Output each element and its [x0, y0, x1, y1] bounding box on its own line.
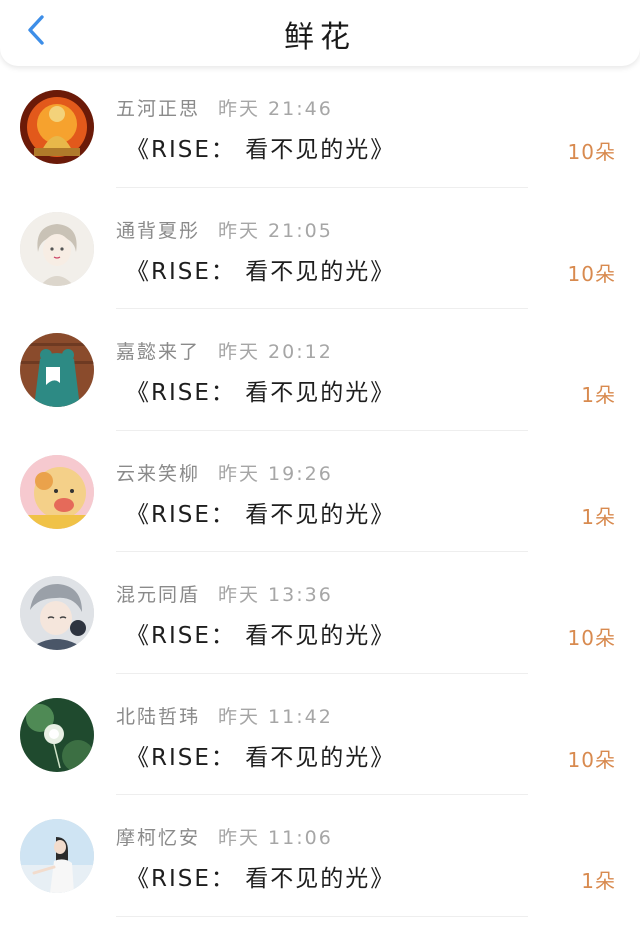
flower-gift-list: 五河正思 昨天 21:46 《RISE： 看不见的光》 10朵 通背夏彤 昨天 21…	[0, 66, 640, 917]
flower-count: 10朵	[567, 747, 616, 772]
list-item[interactable]: 摩柯忆安 昨天 11:06 《RISE： 看不见的光》 1朵	[0, 795, 640, 917]
timestamp: 昨天 21:46	[218, 98, 333, 120]
timestamp: 昨天 13:36	[218, 584, 333, 606]
avatar[interactable]	[20, 90, 94, 164]
sender-info: 嘉懿来了 昨天 20:12	[116, 337, 333, 364]
sender-info: 混元同盾 昨天 13:36	[116, 580, 333, 607]
page-title: 鲜花	[284, 20, 356, 55]
list-item[interactable]: 嘉懿来了 昨天 20:12 《RISE： 看不见的光》 1朵	[0, 309, 640, 431]
sender-name: 摩柯忆安	[116, 827, 201, 849]
top-bar: 鲜花	[0, 0, 640, 66]
sender-info: 北陆哲玮 昨天 11:42	[116, 702, 333, 729]
list-item[interactable]: 混元同盾 昨天 13:36 《RISE： 看不见的光》 10朵	[0, 552, 640, 674]
timestamp: 昨天 21:05	[218, 219, 333, 242]
sender-name: 五河正思	[116, 98, 201, 120]
sender-info: 摩柯忆安 昨天 11:06	[116, 823, 333, 850]
flower-count: 10朵	[567, 140, 616, 164]
gift-title: 《RISE： 看不见的光》	[126, 380, 396, 406]
timestamp: 昨天 11:06	[218, 827, 333, 849]
avatar[interactable]	[20, 454, 94, 529]
sender-info: 五河正思 昨天 21:46	[116, 94, 333, 121]
flower-count: 1朵	[581, 383, 616, 407]
avatar[interactable]	[20, 333, 94, 407]
sender-name: 北陆哲玮	[116, 705, 201, 728]
sender-info: 云来笑柳 昨天 19:26	[116, 459, 333, 486]
gift-title: 《RISE： 看不见的光》	[126, 623, 396, 649]
sender-name: 嘉懿来了	[116, 341, 201, 363]
sender-name: 混元同盾	[116, 584, 201, 606]
avatar[interactable]	[20, 819, 94, 893]
avatar[interactable]	[20, 211, 94, 286]
gift-title: 《RISE： 看不见的光》	[126, 258, 396, 285]
flower-count: 1朵	[581, 504, 616, 529]
gift-title: 《RISE： 看不见的光》	[126, 501, 396, 528]
sender-name: 通背夏彤	[116, 219, 201, 242]
avatar[interactable]	[20, 697, 94, 772]
list-item[interactable]: 北陆哲玮 昨天 11:42 《RISE： 看不见的光》 10朵	[0, 674, 640, 795]
timestamp: 昨天 20:12	[218, 341, 333, 363]
list-item[interactable]: 五河正思 昨天 21:46 《RISE： 看不见的光》 10朵	[0, 66, 640, 188]
list-item[interactable]: 通背夏彤 昨天 21:05 《RISE： 看不见的光》 10朵	[0, 188, 640, 309]
flower-count: 10朵	[567, 261, 616, 286]
timestamp: 昨天 19:26	[218, 462, 333, 485]
avatar[interactable]	[20, 576, 94, 650]
list-item[interactable]: 云来笑柳 昨天 19:26 《RISE： 看不见的光》 1朵	[0, 431, 640, 552]
sender-info: 通背夏彤 昨天 21:05	[116, 216, 333, 243]
timestamp: 昨天 11:42	[218, 705, 333, 728]
sender-name: 云来笑柳	[116, 462, 201, 485]
flower-count: 10朵	[567, 626, 616, 650]
gift-title: 《RISE： 看不见的光》	[126, 866, 396, 892]
divider	[116, 915, 528, 917]
gift-title: 《RISE： 看不见的光》	[126, 137, 396, 163]
flower-count: 1朵	[581, 869, 616, 893]
gift-title: 《RISE： 看不见的光》	[126, 744, 396, 771]
